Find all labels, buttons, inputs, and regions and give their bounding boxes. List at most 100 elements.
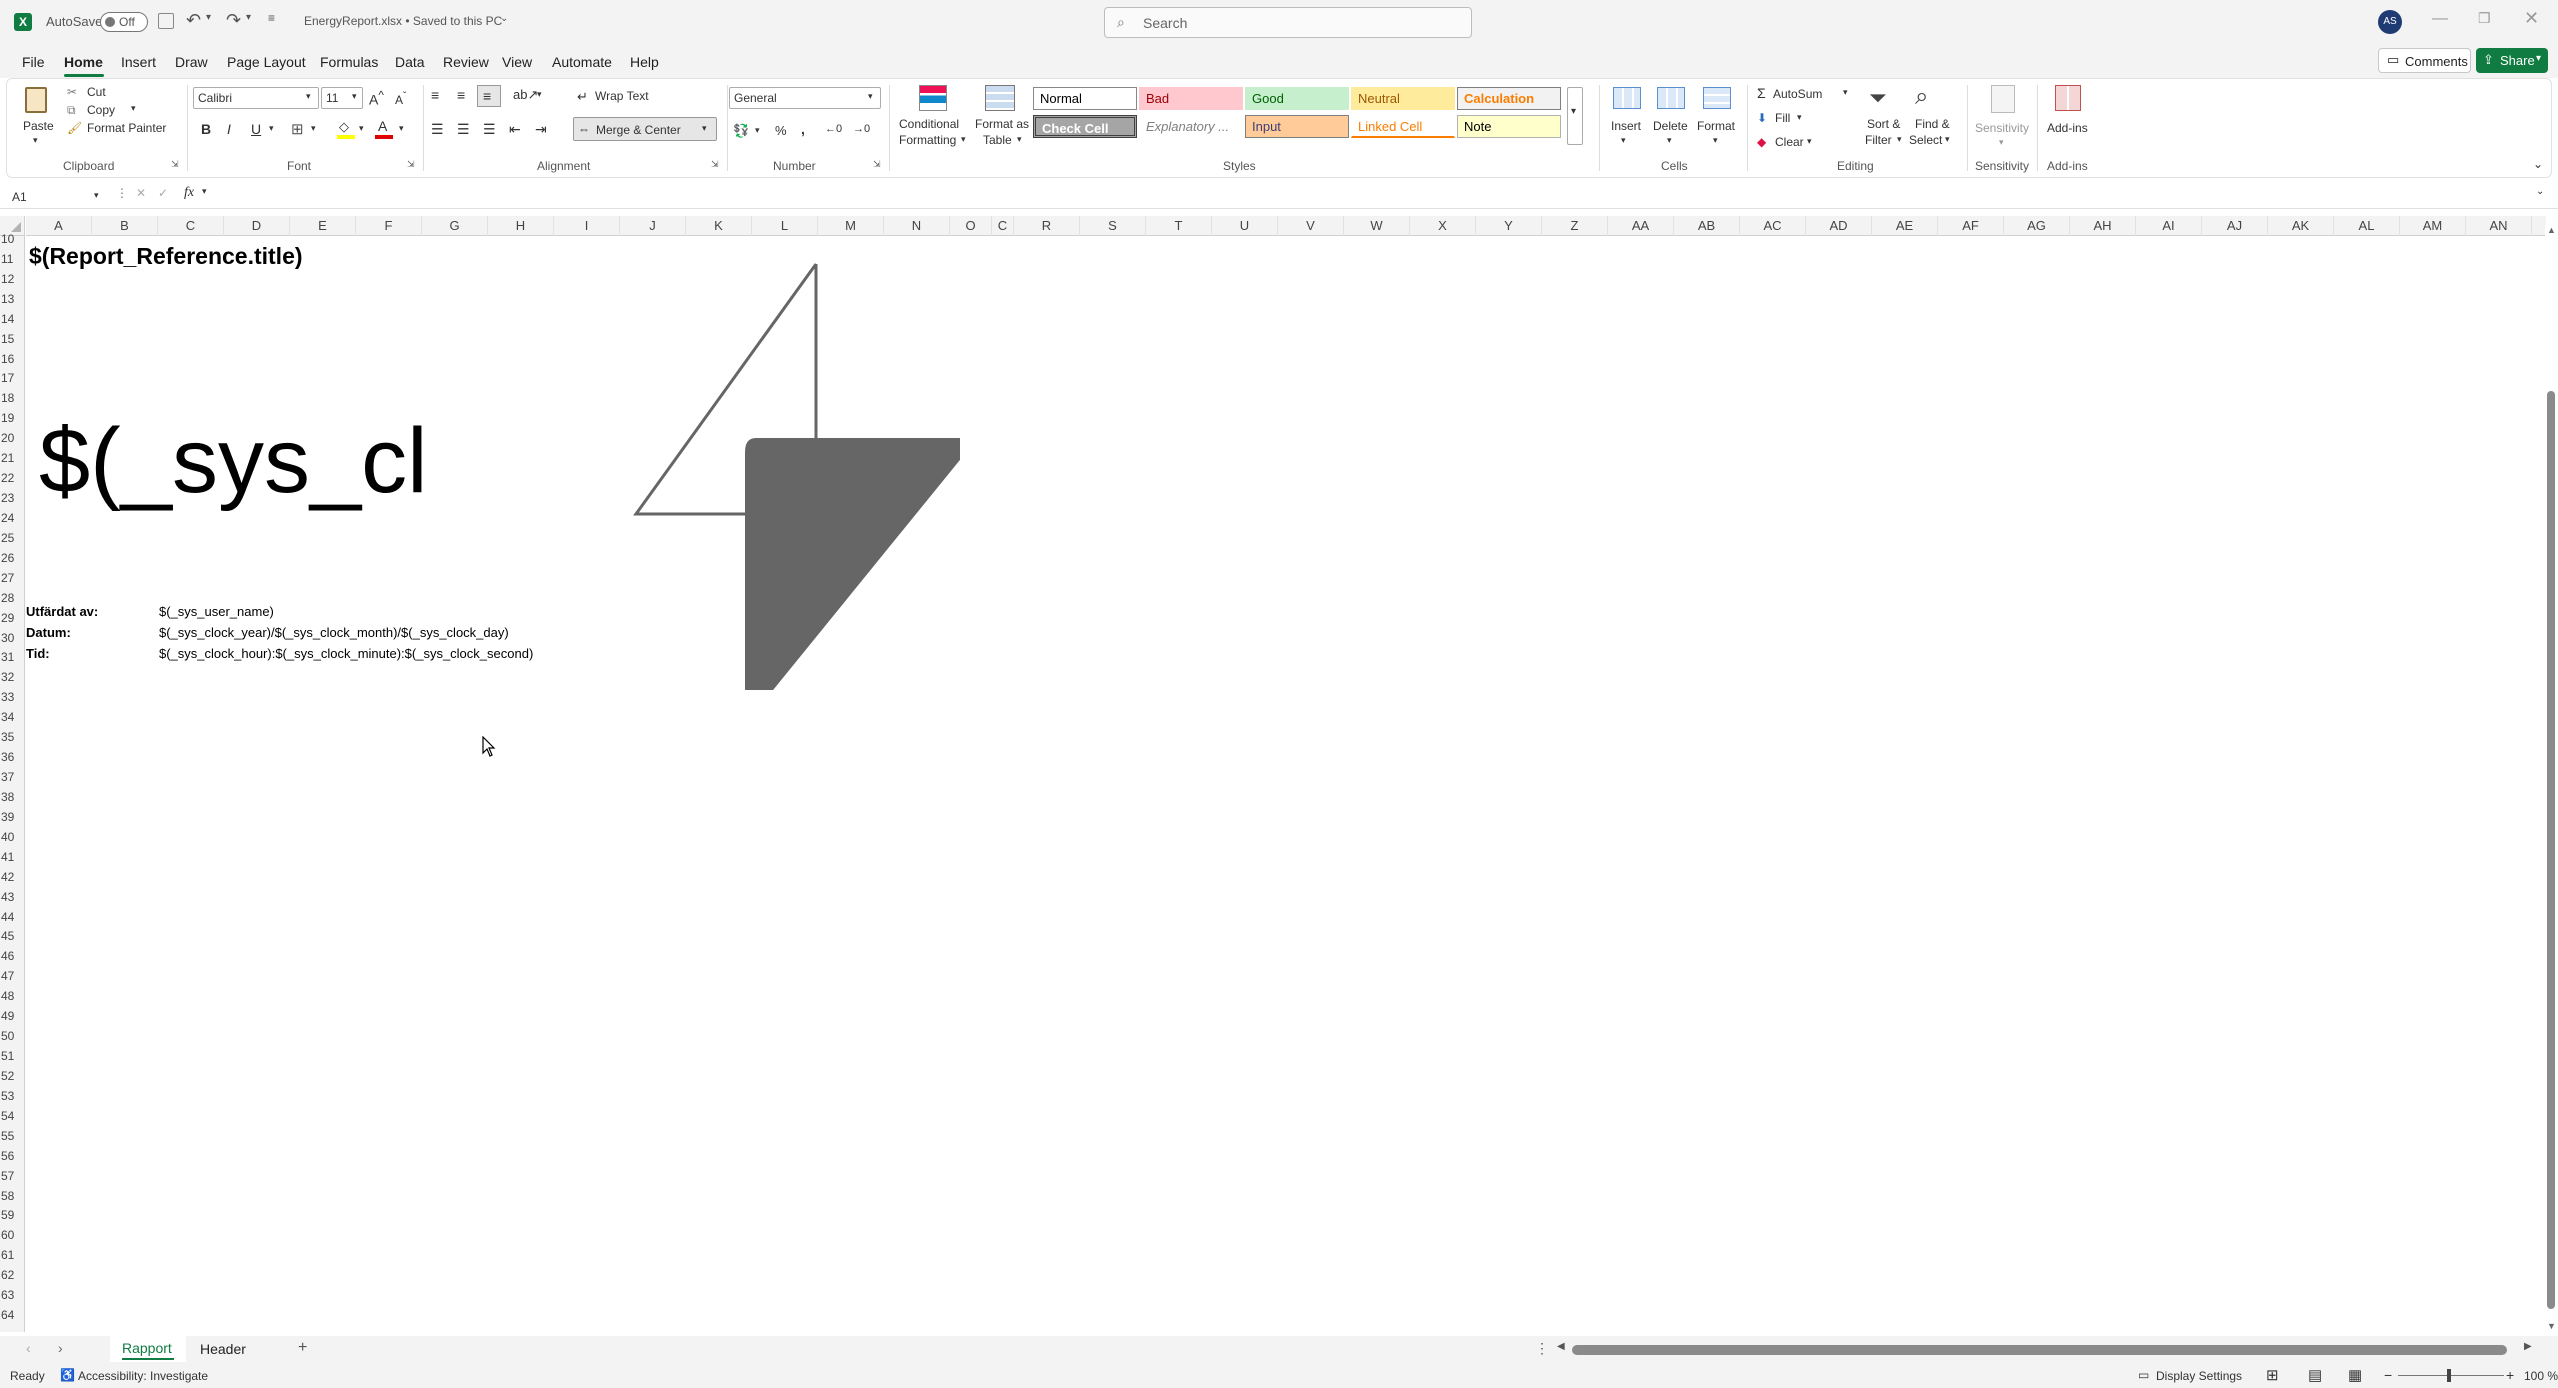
font-color-chevron-icon[interactable]: ▾ <box>399 123 404 134</box>
cell-style-normal[interactable]: Normal <box>1033 87 1137 110</box>
zoom-level[interactable]: 100 % <box>2524 1369 2558 1383</box>
row-header-30[interactable]: 30 <box>0 631 25 651</box>
scroll-up-icon[interactable]: ▲ <box>2547 225 2556 235</box>
row-header-45[interactable]: 45 <box>0 929 25 949</box>
column-header-w[interactable]: W <box>1344 216 1410 236</box>
row-header-60[interactable]: 60 <box>0 1228 25 1248</box>
cell-style-check-cell[interactable]: Check Cell <box>1033 115 1137 138</box>
orientation-icon[interactable]: ab↗ <box>513 87 538 103</box>
confirm-entry-icon[interactable]: ✓ <box>158 186 168 200</box>
column-header-ai[interactable]: AI <box>2136 216 2202 236</box>
column-header-t[interactable]: T <box>1146 216 1212 236</box>
column-header-x[interactable]: X <box>1410 216 1476 236</box>
cut-button[interactable]: Cut <box>87 85 106 99</box>
page-layout-view-icon[interactable]: ▤ <box>2308 1366 2322 1384</box>
column-header-f[interactable]: F <box>356 216 422 236</box>
cell-style-good[interactable]: Good <box>1245 87 1349 110</box>
cell-style-note[interactable]: Note <box>1457 115 1561 138</box>
row-header-58[interactable]: 58 <box>0 1189 25 1209</box>
row-header-46[interactable]: 46 <box>0 949 25 969</box>
copy-icon[interactable]: ⧉ <box>67 103 76 118</box>
clipboard-launcher-icon[interactable]: ⇲ <box>171 159 179 170</box>
increase-indent-icon[interactable]: ⇥ <box>535 121 547 138</box>
avatar[interactable]: AS <box>2378 10 2402 34</box>
borders-chevron-icon[interactable]: ▾ <box>311 123 316 134</box>
sensitivity-button[interactable]: Sensitivity ▾ <box>1973 83 2033 153</box>
row-header-19[interactable]: 19 <box>0 411 25 431</box>
column-header-g[interactable]: G <box>422 216 488 236</box>
font-name-select[interactable]: Calibri ▾ <box>193 87 319 109</box>
row-header-24[interactable]: 24 <box>0 511 25 531</box>
row-header-25[interactable]: 25 <box>0 531 25 551</box>
column-header-s[interactable]: S <box>1080 216 1146 236</box>
cell-style-bad[interactable]: Bad <box>1139 87 1243 110</box>
menu-home[interactable]: Home <box>64 54 103 70</box>
fill-color-icon[interactable]: ◇ <box>337 119 357 139</box>
row-header-35[interactable]: 35 <box>0 730 25 750</box>
comma-icon[interactable]: , <box>801 121 805 137</box>
column-header-aa[interactable]: AA <box>1608 216 1674 236</box>
date-value[interactable]: $(_sys_clock_year)/$(_sys_clock_month)/$… <box>159 625 509 640</box>
column-header-l[interactable]: L <box>752 216 818 236</box>
column-header-j[interactable]: J <box>620 216 686 236</box>
copy-button[interactable]: Copy <box>87 103 115 117</box>
row-header-51[interactable]: 51 <box>0 1049 25 1069</box>
row-header-27[interactable]: 27 <box>0 571 25 591</box>
fill-color-chevron-icon[interactable]: ▾ <box>359 123 364 134</box>
column-header-r[interactable]: R <box>1014 216 1080 236</box>
column-header-af[interactable]: AF <box>1938 216 2004 236</box>
display-settings-icon[interactable]: ▭ <box>2138 1368 2149 1382</box>
align-left-icon[interactable]: ☰ <box>431 121 444 138</box>
autosum-button[interactable]: AutoSum <box>1773 87 1822 101</box>
insert-cells-button[interactable]: Insert ▾ <box>1607 83 1647 153</box>
row-header-29[interactable]: 29 <box>0 611 25 631</box>
number-launcher-icon[interactable]: ⇲ <box>873 159 881 170</box>
big-text-cell[interactable]: $(_sys_clo <box>27 406 424 516</box>
menu-help[interactable]: Help <box>630 54 659 70</box>
row-header-22[interactable]: 22 <box>0 471 25 491</box>
copy-chevron-icon[interactable]: ▾ <box>131 103 136 114</box>
accessibility-icon[interactable]: ♿ <box>60 1368 75 1382</box>
format-painter-button[interactable]: Format Painter <box>87 121 166 135</box>
column-header-i[interactable]: I <box>554 216 620 236</box>
row-header-10[interactable]: 10 <box>0 232 25 252</box>
row-header-50[interactable]: 50 <box>0 1029 25 1049</box>
menu-draw[interactable]: Draw <box>175 54 208 70</box>
conditional-formatting-button[interactable]: Conditional Formatting ▾ <box>897 83 971 153</box>
accessibility-status[interactable]: Accessibility: Investigate <box>78 1369 208 1383</box>
column-header-n[interactable]: N <box>884 216 950 236</box>
menu-page-layout[interactable]: Page Layout <box>227 54 306 70</box>
row-header-32[interactable]: 32 <box>0 670 25 690</box>
autosum-chevron-icon[interactable]: ▾ <box>1843 87 1848 98</box>
display-settings-button[interactable]: Display Settings <box>2156 1369 2242 1383</box>
row-header-61[interactable]: 61 <box>0 1248 25 1268</box>
prev-sheet-icon[interactable]: ‹ <box>26 1340 31 1356</box>
cell-style-input[interactable]: Input <box>1245 115 1349 138</box>
search-box[interactable]: ⌕ Search <box>1104 7 1472 38</box>
column-header-al[interactable]: AL <box>2334 216 2400 236</box>
increase-decimal-icon[interactable]: ←0 <box>825 123 842 135</box>
cell-style-calculation[interactable]: Calculation <box>1457 87 1561 110</box>
tab-split-handle[interactable]: ⋮ <box>1535 1340 1549 1357</box>
row-header-12[interactable]: 12 <box>0 272 25 292</box>
name-box[interactable]: A1 ▾ <box>6 186 106 208</box>
column-header-ab[interactable]: AB <box>1674 216 1740 236</box>
fill-icon[interactable]: ⬇ <box>1757 111 1767 125</box>
zoom-out-icon[interactable]: − <box>2384 1367 2392 1383</box>
row-header-31[interactable]: 31 <box>0 650 25 670</box>
column-header-am[interactable]: AM <box>2400 216 2466 236</box>
scroll-right-icon[interactable]: ▶ <box>2524 1341 2532 1352</box>
normal-view-icon[interactable]: ⊞ <box>2266 1366 2279 1384</box>
restore-icon[interactable]: ❐ <box>2478 10 2491 27</box>
menu-automate[interactable]: Automate <box>552 54 612 70</box>
menu-view[interactable]: View <box>502 54 532 70</box>
currency-icon[interactable]: 💱 <box>733 123 749 139</box>
borders-icon[interactable]: ⊞ <box>291 120 304 138</box>
column-header-ak[interactable]: AK <box>2268 216 2334 236</box>
formula-input[interactable] <box>218 184 2534 206</box>
align-center-icon[interactable]: ☰ <box>457 121 470 138</box>
row-header-53[interactable]: 53 <box>0 1089 25 1109</box>
page-break-view-icon[interactable]: ▦ <box>2348 1366 2362 1384</box>
align-bottom-button[interactable]: ≡ <box>477 85 501 107</box>
decrease-font-icon[interactable]: Aˇ <box>395 91 406 107</box>
